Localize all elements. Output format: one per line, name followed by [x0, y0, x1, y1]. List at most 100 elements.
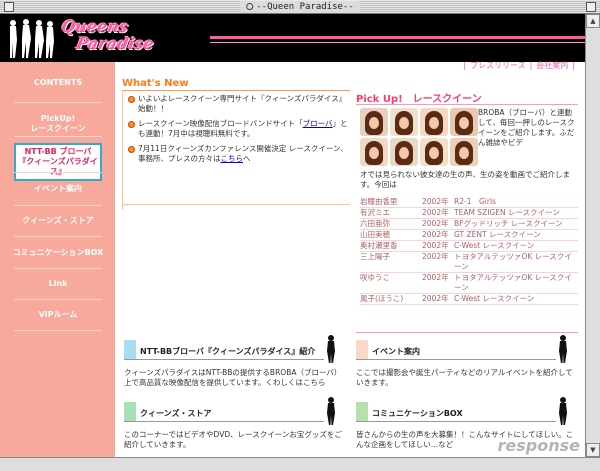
close-box[interactable]	[4, 2, 14, 12]
rq-name[interactable]: 三上陽子	[360, 252, 422, 273]
zoom-box[interactable]	[586, 2, 596, 12]
rq-year: 2002年	[422, 294, 449, 303]
scroll-down-arrow-icon[interactable]: ▼	[586, 443, 600, 457]
sidebar-item-store[interactable]: クィーンズ・ストア	[6, 216, 110, 226]
site-header: Queens Paradise	[0, 14, 585, 62]
news-item: いよいよレースクイーン専門サイト『クィーンズパラダイス』始動！！	[128, 94, 350, 114]
section-rule	[356, 421, 556, 422]
section-rule	[356, 359, 556, 360]
header-link-separator: |	[572, 61, 575, 70]
rq-name[interactable]: 岩瞳由香里	[360, 197, 422, 208]
vertical-scrollbar[interactable]: ▲ ▼	[585, 14, 600, 457]
section-color-bar	[356, 402, 368, 422]
table-row[interactable]: 岩瞳由香里 2002年 R2-1 Girls	[360, 197, 578, 208]
table-row[interactable]: 有沢ミエ 2002年 TEAM SZIGEN レースクイーン	[360, 208, 578, 219]
sidebar: CONTENTS PickUp! レースクイーン NTT-BB ブローバ 『クィ…	[0, 62, 115, 457]
company-info-link[interactable]: 会社案内	[536, 61, 568, 70]
window-title: --Queen Paradise--	[240, 1, 360, 13]
sidebar-item-link[interactable]: Link	[6, 279, 110, 289]
whats-new-list: いよいよレースクイーン専門サイト『クィーンズパラダイス』始動！！ レースクイーン…	[128, 94, 350, 169]
sidebar-divider	[14, 205, 102, 206]
sidebar-divider	[14, 172, 102, 173]
pickup-description-cont: オでは見られない彼女達の生の声、生の姿を動画でご紹介します。今回は	[360, 170, 570, 189]
section-title[interactable]: クィーンズ・ストア	[140, 408, 211, 419]
sidebar-item-communication-box[interactable]: コミュニケーションBOX	[6, 248, 110, 258]
header-link-separator: |	[529, 61, 533, 70]
header-stripe	[210, 36, 585, 39]
rq-name[interactable]: 咲ゆうこ	[360, 273, 422, 294]
race-queen-photo[interactable]	[360, 108, 388, 136]
sidebar-item-pickup[interactable]: PickUp! レースクイーン	[6, 114, 110, 134]
table-row[interactable]: 風子(ほうこ) 2002年 C-West レースクイーン	[360, 294, 578, 305]
race-queen-photo[interactable]	[450, 138, 478, 166]
rq-name[interactable]: 奥村瀬里香	[360, 241, 422, 252]
window-bottom-bar	[0, 457, 600, 471]
rq-year: 2002年	[422, 197, 449, 206]
race-queen-photo[interactable]	[420, 108, 448, 136]
rq-team: GT ZENT レースクイーン	[454, 230, 541, 239]
whats-new-bottom-rule	[122, 204, 350, 205]
section-rule	[124, 359, 324, 360]
section-header: イベント案内	[352, 335, 574, 363]
rq-year: 2002年	[422, 208, 449, 217]
site-logo[interactable]: Queens Paradise	[57, 17, 158, 53]
rq-name[interactable]: 六田亜弥	[360, 219, 422, 230]
sidebar-heading-contents: CONTENTS	[33, 78, 83, 87]
response-watermark: response	[498, 436, 580, 455]
rq-name[interactable]: 有沢ミエ	[360, 208, 422, 219]
sidebar-item-ntt-bb-broba[interactable]: NTT-BB ブローバ 『クィーンズパラダイス』	[14, 143, 102, 181]
window-titlebar: --Queen Paradise--	[0, 0, 600, 14]
section-title[interactable]: コミュニケーションBOX	[372, 408, 463, 419]
press-release-link[interactable]: プレスリリース	[470, 61, 526, 70]
rq-year: 2002年	[422, 252, 449, 261]
sidebar-item-events[interactable]: イベント案内	[6, 184, 110, 194]
rq-name[interactable]: 風子(ほうこ)	[360, 294, 422, 305]
rq-team: トヨタアルテッツァOK レースクイーン	[454, 252, 572, 271]
section-body: このコーナーではビデオやDVD、レースクイーンお宝グッズをご紹介していきます。	[124, 430, 342, 449]
section-color-bar	[124, 340, 136, 360]
table-row[interactable]: 奥村瀬里香 2002年 C-West レースクイーン	[360, 241, 578, 252]
pickup-description: BROBA（ブローバ）と連動して、毎回一押しのレースクイーンをご紹介します。ふだ…	[478, 108, 575, 147]
race-queen-photos	[360, 108, 478, 168]
sidebar-item-vip-room[interactable]: VIPルーム	[6, 310, 110, 320]
table-row[interactable]: 三上陽子 2002年 トヨタアルテッツァOK レースクイーン	[360, 252, 578, 273]
scroll-up-arrow-icon[interactable]: ▲	[586, 14, 600, 28]
sidebar-divider	[14, 102, 102, 103]
rq-team: BFグッドリッチ レースクイーン	[454, 219, 563, 228]
race-queen-photo[interactable]	[390, 138, 418, 166]
section-events: イベント案内 ここでは撮影会や誕生パーティなどのリアルイベントを紹介していきます…	[352, 335, 574, 388]
race-queen-photo[interactable]	[360, 138, 388, 166]
rq-year: 2002年	[422, 241, 449, 250]
news-item-text: へ	[243, 154, 251, 163]
section-header: コミュニケーションBOX	[352, 397, 574, 425]
rq-year: 2002年	[422, 273, 449, 282]
news-item: レースクイーン映像配信ブロードバンドサイト「ブローバ」とも連動！7月中は視聴料無…	[128, 119, 350, 139]
race-queen-table: 岩瞳由香里 2002年 R2-1 Girls 有沢ミエ 2002年 TEAM SZIGE…	[360, 197, 578, 305]
rq-name[interactable]: 山田美穂	[360, 230, 422, 241]
race-queen-photo[interactable]	[450, 108, 478, 136]
broba-link[interactable]: ブローバ	[303, 119, 333, 128]
section-title[interactable]: イベント案内	[372, 346, 420, 357]
section-color-bar	[356, 340, 368, 360]
sidebar-divider	[14, 236, 102, 237]
rq-year: 2002年	[422, 219, 449, 228]
rq-team: トヨタアルテッツァOK レースクイーン	[454, 273, 572, 292]
rq-team: C-West レースクイーン	[454, 294, 535, 303]
section-title[interactable]: NTT-BBブローバ『クィーンズパラダイス』紹介	[140, 346, 315, 357]
table-row[interactable]: 山田美穂 2002年 GT ZENT レースクイーン	[360, 230, 578, 241]
news-item-text: レースクイーン映像配信ブロードバンドサイト「	[138, 119, 303, 128]
rq-team: C-West レースクイーン	[454, 241, 535, 250]
whats-new-title: What's New	[122, 78, 189, 89]
logo-line-2: Paradise	[74, 34, 156, 53]
pickup-bottom-rule	[356, 332, 578, 333]
section-rule	[124, 421, 324, 422]
race-queen-photo[interactable]	[420, 138, 448, 166]
conference-link[interactable]: こちら	[221, 154, 244, 163]
race-queen-photo[interactable]	[390, 108, 418, 136]
table-row[interactable]: 咲ゆうこ 2002年 トヨタアルテッツァOK レースクイーン	[360, 273, 578, 294]
bullet-icon	[128, 96, 135, 103]
rq-team: TEAM SZIGEN レースクイーン	[454, 208, 560, 217]
section-color-bar	[124, 402, 136, 422]
sidebar-divider	[14, 330, 102, 331]
table-row[interactable]: 六田亜弥 2002年 BFグッドリッチ レースクイーン	[360, 219, 578, 230]
